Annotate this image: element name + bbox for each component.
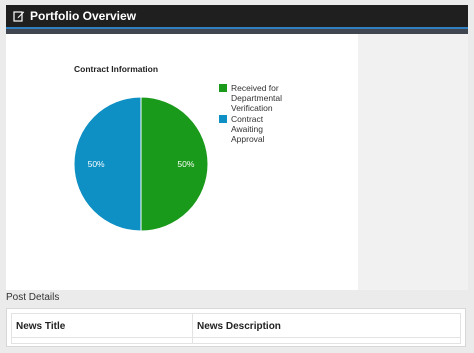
legend-item-0[interactable]: Received for Departmental Verification <box>219 83 289 113</box>
pie-slice-label-1: 50% <box>88 159 105 169</box>
pie-slice-0[interactable] <box>140 96 209 232</box>
news-table: News Title News Description <box>11 313 461 344</box>
chart-legend: Received for Departmental Verification Co… <box>219 83 289 145</box>
column-header-news-title[interactable]: News Title <box>11 313 193 338</box>
right-panel <box>358 34 468 290</box>
post-details-label: Post Details <box>6 292 60 303</box>
edit-icon <box>13 10 25 22</box>
legend-label: Received for Departmental Verification <box>231 83 283 113</box>
legend-swatch <box>219 84 227 92</box>
table-header-row: News Title News Description <box>11 313 461 338</box>
column-header-news-description[interactable]: News Description <box>192 313 461 338</box>
news-table-box: News Title News Description <box>6 308 466 347</box>
table-row <box>11 337 461 344</box>
chart-panel: Contract Information 50% 50% Received for… <box>6 34 358 290</box>
panel-title: Portfolio Overview <box>30 9 137 23</box>
portfolio-panel-header: Portfolio Overview <box>6 5 468 27</box>
table-cell <box>192 337 461 344</box>
legend-item-1[interactable]: Contract Awaiting Approval <box>219 114 289 144</box>
pie-slice-label-0: 50% <box>177 159 194 169</box>
legend-swatch <box>219 115 227 123</box>
pie-slice-1[interactable] <box>73 96 142 232</box>
pie-chart: 50% 50% <box>73 96 209 232</box>
table-cell <box>11 337 193 344</box>
legend-label: Contract Awaiting Approval <box>231 114 265 144</box>
